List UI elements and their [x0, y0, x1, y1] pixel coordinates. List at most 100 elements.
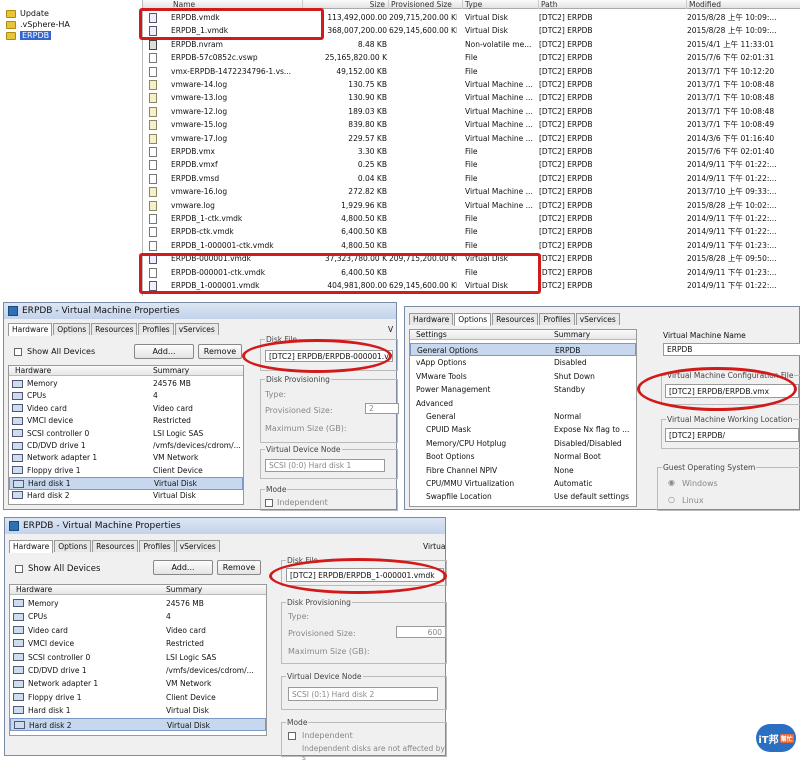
independent-checkbox[interactable]: [288, 732, 296, 740]
hardware-row[interactable]: Hard disk 2 Virtual Disk: [9, 490, 243, 502]
hardware-row[interactable]: Hard disk 2 Virtual Disk: [10, 717, 266, 731]
remove-button[interactable]: Remove: [217, 560, 261, 575]
tab-hardware[interactable]: Hardware: [9, 540, 54, 553]
file-row[interactable]: vmware-16.log 272.82 KB Virtual Machine ..…: [143, 185, 800, 198]
file-mod-cell: 2013/7/1 下午 10:08:49: [687, 120, 775, 130]
col-settings[interactable]: Settings: [416, 330, 447, 340]
file-row[interactable]: vmware-15.log 839.80 KB Virtual Machine ..…: [143, 118, 800, 131]
file-size-cell: 839.80 KB: [348, 120, 387, 130]
file-name-cell: ERPDB_1-ctk.vmdk: [171, 214, 243, 223]
add-button[interactable]: Add...: [134, 344, 194, 359]
file-row[interactable]: vmware-17.log 229.57 KB Virtual Machine ..…: [143, 132, 800, 145]
show-all-devices-checkbox[interactable]: [15, 565, 23, 573]
show-all-devices-checkbox[interactable]: [14, 348, 22, 356]
provisioned-size-field[interactable]: 2: [365, 403, 399, 414]
hardware-row[interactable]: CPUs 4: [10, 610, 266, 623]
hardware-row[interactable]: Network adapter 1 VM Network: [9, 452, 243, 464]
tab-options[interactable]: Options: [53, 323, 91, 335]
file-type-cell: File: [465, 173, 478, 183]
provisioned-size-field[interactable]: 600: [396, 626, 446, 638]
options-row[interactable]: Fibre Channel NPIV None: [410, 464, 636, 477]
options-row[interactable]: Boot Options Normal Boot: [410, 450, 636, 463]
tree-folder-item[interactable]: .vSphere-HA: [6, 19, 70, 30]
window-titlebar[interactable]: ERPDB - Virtual Machine Properties: [5, 518, 445, 534]
vm-name-field[interactable]: ERPDB: [663, 343, 800, 356]
hardware-row[interactable]: SCSI controller 0 LSI Logic SAS: [9, 428, 243, 440]
hardware-row[interactable]: CD/DVD drive 1/vmfs/devices/cdrom/...: [10, 664, 266, 677]
window-titlebar[interactable]: ERPDB - Virtual Machine Properties: [4, 303, 396, 319]
options-row[interactable]: Memory/CPU Hotplug Disabled/Disabled: [410, 437, 636, 450]
options-row[interactable]: Advanced: [410, 397, 636, 410]
file-row[interactable]: ERPDB.vmxf 0.25 KB File [DTC2] ERPDB 2014/9/…: [143, 158, 800, 171]
tab-options[interactable]: Options: [454, 313, 492, 326]
tab-resources[interactable]: Resources: [492, 313, 539, 325]
col-modified-header[interactable]: Modified: [687, 0, 800, 9]
col-summary[interactable]: Summary: [554, 330, 590, 340]
options-row[interactable]: vApp Options Disabled: [410, 356, 636, 369]
tab-profiles[interactable]: Profiles: [138, 323, 174, 335]
radio-windows-icon[interactable]: ◉: [668, 478, 675, 487]
file-row[interactable]: vmware-12.log 189.03 KB Virtual Machine ..…: [143, 105, 800, 118]
file-row[interactable]: ERPDB_1-ctk.vmdk 4,800.50 KB File [DTC2] ER…: [143, 212, 800, 225]
tab-vservices[interactable]: vServices: [174, 323, 219, 335]
tab-profiles[interactable]: Profiles: [539, 313, 575, 325]
hardware-row[interactable]: VMCI device Restricted: [9, 415, 243, 427]
hardware-name: Video card: [28, 625, 68, 635]
hardware-row[interactable]: VMCI device Restricted: [10, 637, 266, 650]
tab-resources[interactable]: Resources: [91, 323, 138, 335]
options-row[interactable]: Power Management Standby: [410, 383, 636, 396]
hardware-row[interactable]: CD/DVD drive 1/vmfs/devices/cdrom/...: [9, 440, 243, 452]
file-row[interactable]: vmware.log 1,929.96 KB Virtual Machine ...…: [143, 199, 800, 212]
tab-hardware[interactable]: Hardware: [409, 313, 454, 325]
remove-button[interactable]: Remove: [198, 344, 242, 359]
col-hardware[interactable]: Hardware: [15, 366, 51, 376]
radio-linux-icon[interactable]: ○: [668, 495, 675, 504]
tab-vservices[interactable]: vServices: [575, 313, 620, 325]
file-type-cell: File: [465, 53, 478, 63]
hardware-row[interactable]: Hard disk 1 Virtual Disk: [10, 704, 266, 717]
hardware-row[interactable]: Floppy drive 1 Client Device: [10, 691, 266, 704]
tab-vservices[interactable]: vServices: [175, 540, 220, 552]
col-summary[interactable]: Summary: [153, 366, 189, 376]
tab-hardware[interactable]: Hardware: [8, 323, 53, 336]
virtual-device-node-select[interactable]: SCSI (0:1) Hard disk 2: [288, 687, 438, 701]
col-path-header[interactable]: Path: [539, 0, 687, 9]
file-mod-cell: 2013/7/1 下午 10:08:48: [687, 80, 775, 89]
tab-options[interactable]: Options: [54, 540, 92, 552]
file-row[interactable]: ERPDB_1-000001-ctk.vmdk 4,800.50 KB File [D…: [143, 239, 800, 252]
tree-folder-item[interactable]: ERPDB: [6, 30, 52, 41]
tree-folder-item[interactable]: Update: [6, 8, 49, 19]
file-row[interactable]: vmx-ERPDB-1472234796-1.vs... 49,152.00 KB…: [143, 65, 800, 78]
col-prov-header[interactable]: Provisioned Size: [389, 0, 463, 9]
hardware-row[interactable]: Video card Video card: [10, 624, 266, 637]
tab-profiles[interactable]: Profiles: [139, 540, 175, 552]
file-row[interactable]: ERPDB.vmsd 0.04 KB File [DTC2] ERPDB 2014/9/…: [143, 172, 800, 185]
options-row[interactable]: General Options ERPDB: [410, 343, 636, 357]
file-row[interactable]: vmware-14.log 130.75 KB Virtual Machine ..…: [143, 78, 800, 91]
col-type-header[interactable]: Type: [463, 0, 539, 9]
hardware-row[interactable]: Video card Video card: [9, 403, 243, 415]
file-row[interactable]: ERPDB-57c0852c.vswp 25,165,820.00 K File [D…: [143, 51, 800, 64]
virtual-device-node-select[interactable]: SCSI (0:0) Hard disk 1: [265, 459, 385, 472]
hardware-row[interactable]: Hard disk 1 Virtual Disk: [9, 477, 243, 490]
hardware-row[interactable]: CPUs 4: [9, 390, 243, 402]
working-location-field[interactable]: [DTC2] ERPDB/: [665, 428, 799, 442]
options-row[interactable]: CPUID Mask Expose Nx flag to ...: [410, 423, 636, 436]
options-row[interactable]: Swapfile Location Use default settings: [410, 490, 636, 503]
options-row[interactable]: General Normal: [410, 410, 636, 423]
hardware-row[interactable]: Network adapter 1 VM Network: [10, 677, 266, 690]
tab-resources[interactable]: Resources: [92, 540, 139, 552]
file-row[interactable]: vmware-13.log 130.90 KB Virtual Machine ..…: [143, 91, 800, 104]
file-row[interactable]: ERPDB-ctk.vmdk 6,400.50 KB File [DTC2] ERPD…: [143, 225, 800, 238]
options-row[interactable]: VMware Tools Shut Down: [410, 370, 636, 383]
hardware-row[interactable]: SCSI controller 0 LSI Logic SAS: [10, 651, 266, 664]
hardware-row[interactable]: Memory 24576 MB: [10, 597, 266, 610]
independent-checkbox[interactable]: [265, 499, 273, 507]
hardware-row[interactable]: Memory 24576 MB: [9, 378, 243, 390]
file-row[interactable]: ERPDB.vmx 3.30 KB File [DTC2] ERPDB 2015/7/6…: [143, 145, 800, 158]
col-summary[interactable]: Summary: [166, 585, 202, 595]
col-hardware[interactable]: Hardware: [16, 585, 52, 595]
hardware-row[interactable]: Floppy drive 1 Client Device: [9, 465, 243, 477]
add-button[interactable]: Add...: [153, 560, 213, 575]
options-row[interactable]: CPU/MMU Virtualization Automatic: [410, 477, 636, 490]
